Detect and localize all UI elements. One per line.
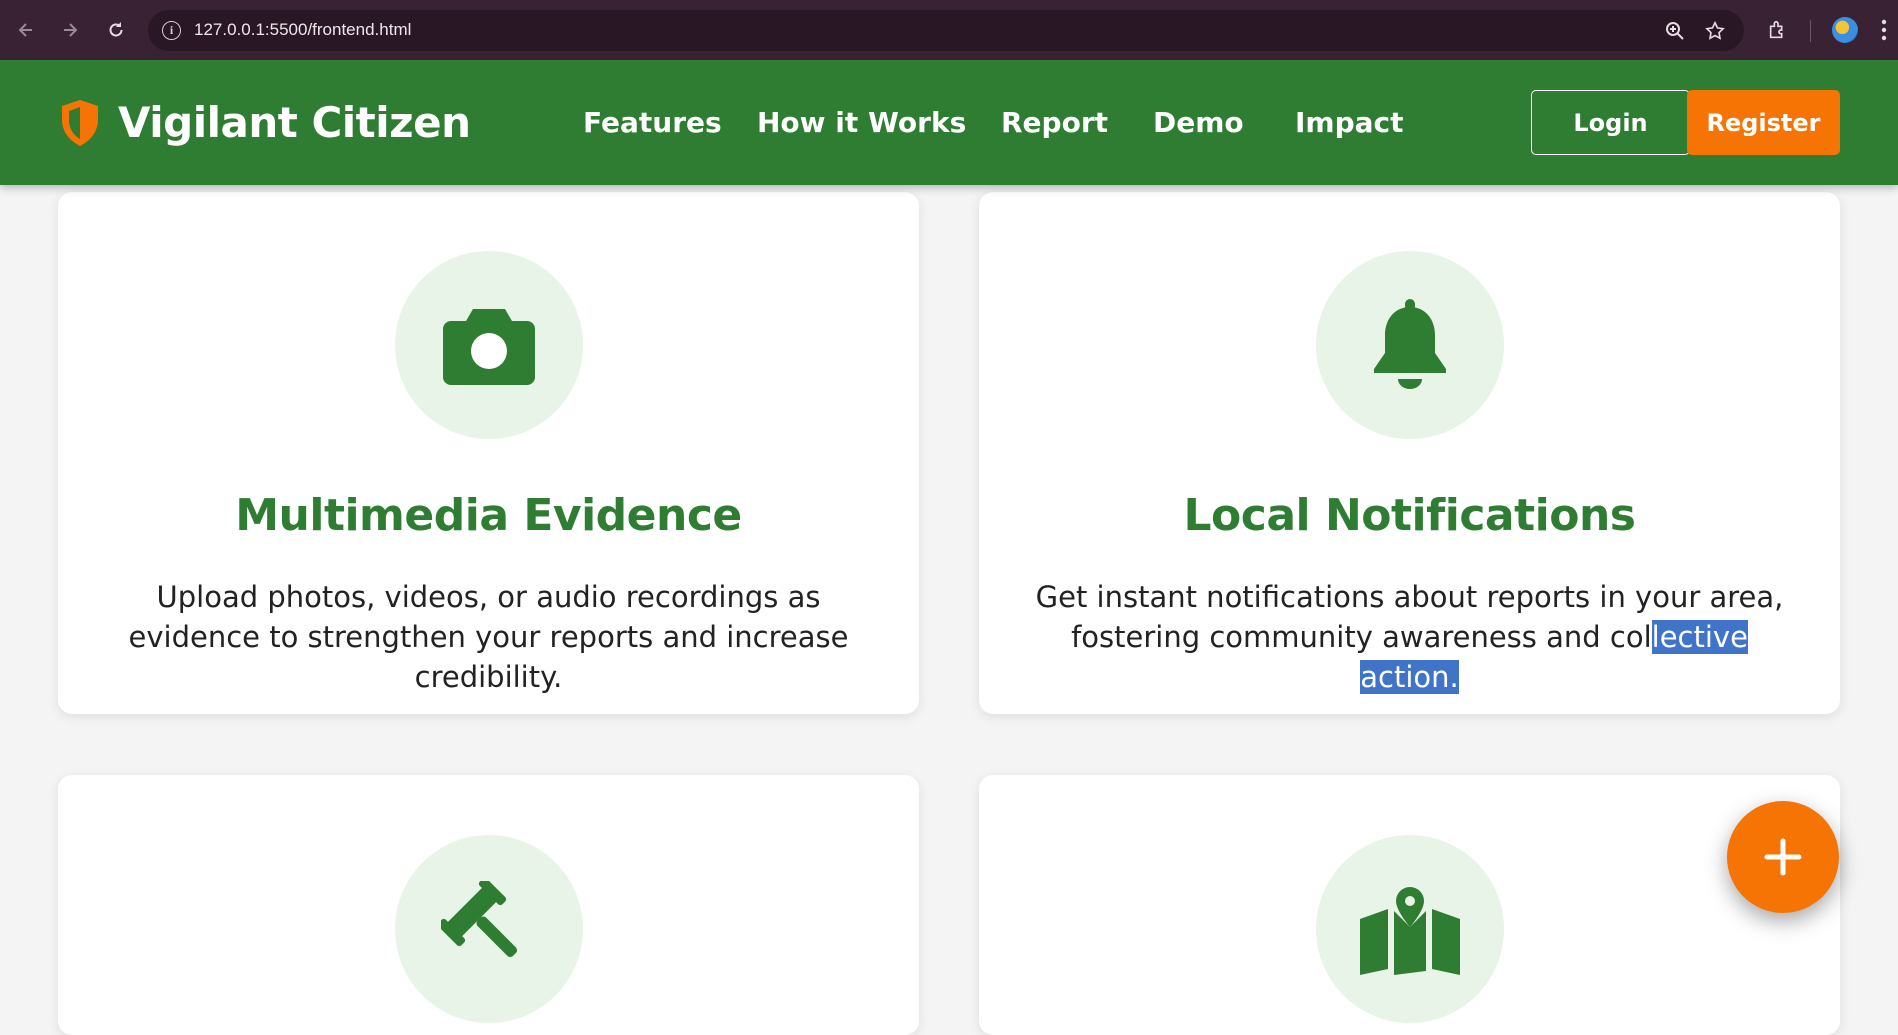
card-title: Local Notifications [1183,490,1636,541]
nav-features[interactable]: Features [583,106,722,139]
site-header: Vigilant Citizen Features How it Works R… [0,60,1898,185]
site-info-icon[interactable]: i [162,21,181,40]
map-icon [1359,887,1460,975]
description-line-1: Get instant notifications about reports … [1035,580,1784,614]
kebab-menu-icon[interactable] [1870,16,1898,44]
card-description: Upload photos, videos, or audio recordin… [128,580,849,694]
add-report-fab[interactable] [1727,801,1839,913]
zoom-icon[interactable] [1663,19,1687,43]
camera-icon [442,309,535,385]
nav-impact[interactable]: Impact [1295,106,1404,139]
feature-card-gavel [58,775,919,1035]
url-text[interactable]: 127.0.0.1:5500/frontend.html [194,20,411,40]
register-button[interactable]: Register [1687,90,1840,155]
nav-report[interactable]: Report [1001,106,1108,139]
gavel-icon [440,881,517,958]
forward-icon[interactable] [56,16,84,44]
icon-circle [394,251,583,439]
nav-demo[interactable]: Demo [1153,106,1244,139]
bookmark-star-icon[interactable] [1703,19,1727,43]
plus-icon [1764,838,1802,876]
browser-toolbar: i 127.0.0.1:5500/frontend.html [0,0,1898,60]
feature-card-multimedia: Multimedia Evidence Upload photos, video… [58,192,919,714]
toolbar-divider [1810,20,1811,42]
back-icon[interactable] [12,16,40,44]
description-line-2: fostering community awareness and col [1071,620,1652,654]
address-bar[interactable]: i 127.0.0.1:5500/frontend.html [148,10,1744,51]
icon-circle [394,835,583,1023]
card-title: Multimedia Evidence [235,490,742,541]
profile-avatar-icon[interactable] [1831,16,1859,44]
feature-card-notifications: Local Notifications Get instant notifica… [979,192,1840,714]
bell-icon [1373,299,1446,389]
icon-circle [1315,835,1504,1023]
icon-circle [1315,251,1504,439]
extensions-icon[interactable] [1764,16,1792,44]
card-description: Get instant notifications about reports … [1019,577,1800,697]
reload-icon[interactable] [102,16,130,44]
login-button[interactable]: Login [1531,90,1690,155]
nav-how-it-works[interactable]: How it Works [757,106,966,139]
feature-card-map [979,775,1840,1035]
